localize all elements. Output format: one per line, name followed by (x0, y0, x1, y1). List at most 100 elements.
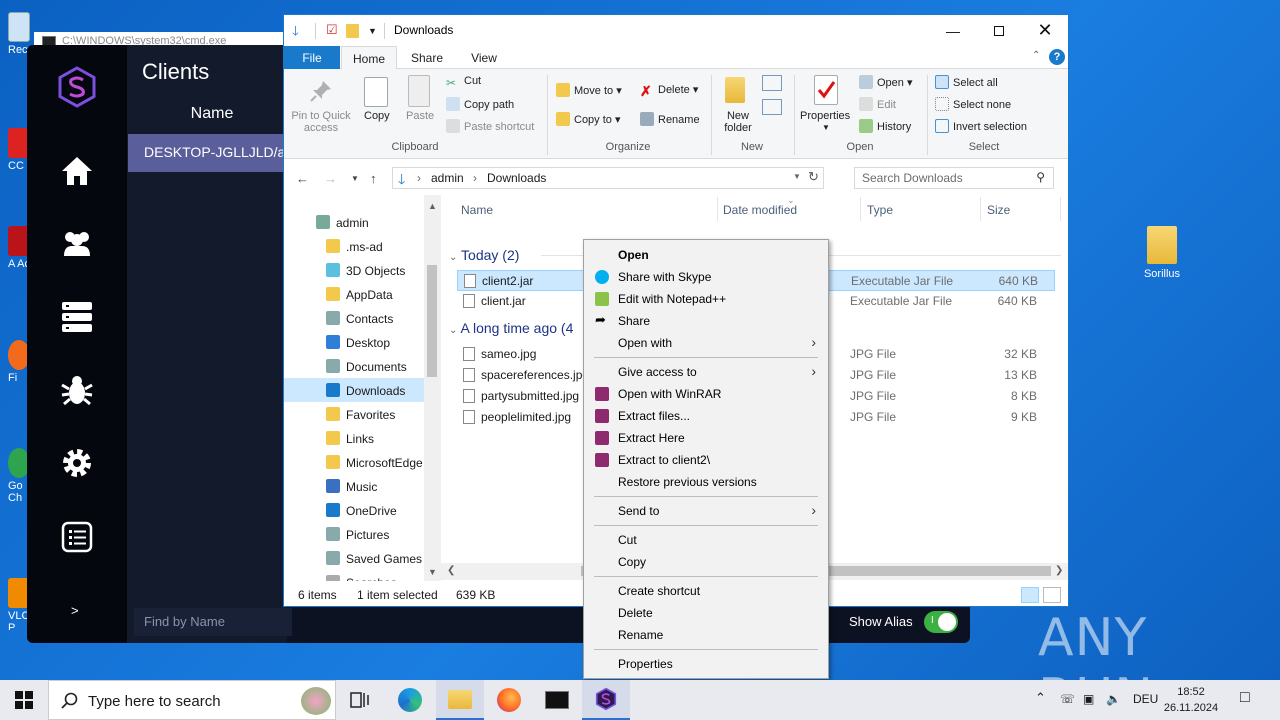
nav-item-searches[interactable]: Searches (284, 570, 424, 581)
menu-item-share[interactable]: ➦ Share (584, 310, 828, 332)
desktop-icon-sorillus[interactable]: Sorillus (1132, 226, 1192, 280)
group-header-today[interactable]: ⌄ Today (2) (449, 247, 519, 263)
properties-button[interactable]: Properties (800, 110, 850, 122)
breadcrumb-downloads[interactable]: Downloads (487, 171, 546, 185)
group-header-long-ago[interactable]: ⌄ A long time ago (4 (449, 320, 573, 336)
menu-item-extract-to[interactable]: Extract to client2\ (584, 449, 828, 471)
nav-item-downloads[interactable]: Downloads (284, 378, 424, 402)
taskbar-edge[interactable] (386, 680, 434, 720)
nav-item-pictures[interactable]: Pictures (284, 522, 424, 546)
nav-item-music[interactable]: Music (284, 474, 424, 498)
refresh-icon[interactable]: ↻ (808, 169, 819, 185)
large-icons-view-button[interactable] (1043, 587, 1061, 603)
nav-item-links[interactable]: Links (284, 426, 424, 450)
details-view-button[interactable] (1021, 587, 1039, 603)
back-button[interactable]: ← (296, 171, 309, 186)
maximize-button[interactable] (976, 15, 1022, 46)
nav-payload[interactable] (57, 370, 97, 410)
copy-path-button[interactable]: Copy path (446, 97, 514, 111)
menu-item-notepad[interactable]: Edit with Notepad++ (584, 288, 828, 310)
meet-now-icon[interactable]: ☏ (1060, 692, 1075, 706)
invert-selection-button[interactable]: Invert selection (935, 119, 1027, 133)
task-view-button[interactable] (336, 680, 384, 720)
tab-view[interactable]: View (458, 46, 510, 69)
menu-item-extract-here[interactable]: Extract Here (584, 427, 828, 449)
new-folder-qa-icon[interactable] (346, 24, 359, 38)
minimize-button[interactable]: — (930, 15, 976, 46)
rename-button[interactable]: Rename (640, 112, 700, 126)
sidebar-expand-button[interactable]: > (71, 603, 79, 618)
forward-button[interactable]: → (324, 171, 337, 186)
up-button[interactable]: ↑ (370, 171, 377, 186)
nav-item-microsoftedge[interactable]: MicrosoftEdge (284, 450, 424, 474)
menu-item-share-skype[interactable]: Share with Skype (584, 266, 828, 288)
menu-item-open-winrar[interactable]: Open with WinRAR (584, 383, 828, 405)
column-header-name[interactable]: Name (461, 203, 493, 217)
history-button[interactable]: History (859, 119, 911, 133)
menu-item-delete[interactable]: Delete (584, 602, 828, 624)
column-header-type[interactable]: Type (867, 203, 893, 217)
taskbar-cmd[interactable] (533, 680, 581, 720)
nav-servers[interactable] (57, 297, 97, 337)
menu-item-open-with[interactable]: Open with › (584, 332, 828, 354)
nav-item-ms-ad[interactable]: .ms-ad (284, 234, 424, 258)
close-button[interactable]: ✕ (1022, 15, 1068, 46)
start-button[interactable] (0, 680, 48, 720)
nav-item-favorites[interactable]: Favorites (284, 402, 424, 426)
address-bar[interactable]: 🡓 › admin › Downloads ▼ ↻ (392, 167, 824, 189)
scrollbar-thumb[interactable] (427, 265, 437, 377)
nav-item-admin[interactable]: admin (284, 210, 424, 234)
delete-button[interactable]: ✗ Delete ▾ (640, 83, 698, 99)
menu-item-cut[interactable]: Cut (584, 529, 828, 551)
column-header-size[interactable]: Size (987, 203, 1010, 217)
search-box[interactable]: Search Downloads ⚲ (854, 167, 1054, 189)
collapse-ribbon-icon[interactable]: ⌃ (1032, 50, 1040, 61)
recent-locations-chevron-icon[interactable]: ▼ (351, 174, 359, 183)
menu-item-send-to[interactable]: Send to › (584, 500, 828, 522)
menu-item-create-shortcut[interactable]: Create shortcut (584, 580, 828, 602)
language-indicator[interactable]: DEU (1133, 692, 1158, 706)
taskbar-firefox[interactable] (485, 680, 533, 720)
easy-access-icon[interactable] (762, 99, 782, 115)
properties-qa-icon[interactable]: ☑ (326, 22, 338, 38)
tab-file[interactable]: File (284, 46, 340, 69)
new-item-icon[interactable] (762, 75, 782, 91)
nav-scrollbar[interactable]: ▲ ▼ (424, 195, 441, 581)
clock[interactable]: 18:52 26.11.2024 (1160, 684, 1222, 716)
breadcrumb-admin[interactable]: admin (431, 171, 464, 185)
copy-button[interactable]: Copy (364, 110, 390, 122)
cut-button[interactable]: ✂ Cut (446, 75, 481, 90)
select-all-button[interactable]: Select all (935, 75, 998, 89)
network-icon[interactable]: ▣ (1083, 692, 1094, 706)
nav-item-onedrive[interactable]: OneDrive (284, 498, 424, 522)
notifications-icon[interactable]: □ (1240, 689, 1250, 707)
tray-chevron-icon[interactable]: ⌃ (1035, 690, 1046, 706)
nav-item-appdata[interactable]: AppData (284, 282, 424, 306)
nav-item-saved-games[interactable]: Saved Games (284, 546, 424, 570)
address-history-chevron-icon[interactable]: ▼ (793, 172, 801, 181)
menu-item-rename[interactable]: Rename (584, 624, 828, 646)
column-header-name[interactable]: Name (127, 105, 297, 123)
show-alias-toggle[interactable]: I (924, 611, 958, 633)
menu-item-extract-files[interactable]: Extract files... (584, 405, 828, 427)
copy-to-button[interactable]: Copy to ▾ (556, 112, 621, 126)
properties-dropdown-icon[interactable]: ▼ (822, 123, 830, 132)
client-row[interactable]: DESKTOP-JGLLJLD/a... (128, 134, 283, 172)
nav-item-contacts[interactable]: Contacts (284, 306, 424, 330)
move-to-button[interactable]: Move to ▾ (556, 83, 622, 97)
taskbar-rat-client[interactable] (582, 680, 630, 720)
scroll-left-icon[interactable]: ❮ (447, 565, 455, 576)
tab-share[interactable]: Share (401, 46, 453, 69)
menu-item-open[interactable]: Open (584, 244, 828, 266)
paste-button[interactable]: Paste (406, 110, 434, 122)
menu-item-copy[interactable]: Copy (584, 551, 828, 573)
volume-icon[interactable]: 🔈 (1106, 692, 1121, 706)
column-header-date[interactable]: Date modified (723, 203, 797, 217)
pin-to-quick-access-button[interactable]: Pin to Quick access (289, 110, 353, 134)
customize-qa-chevron-icon[interactable]: ▼ (368, 26, 377, 36)
new-folder-button[interactable]: New folder (720, 110, 756, 134)
scroll-right-icon[interactable]: ❯ (1055, 565, 1063, 576)
nav-home[interactable] (57, 151, 97, 191)
edit-button[interactable]: Edit (859, 97, 896, 111)
nav-settings[interactable] (57, 443, 97, 483)
